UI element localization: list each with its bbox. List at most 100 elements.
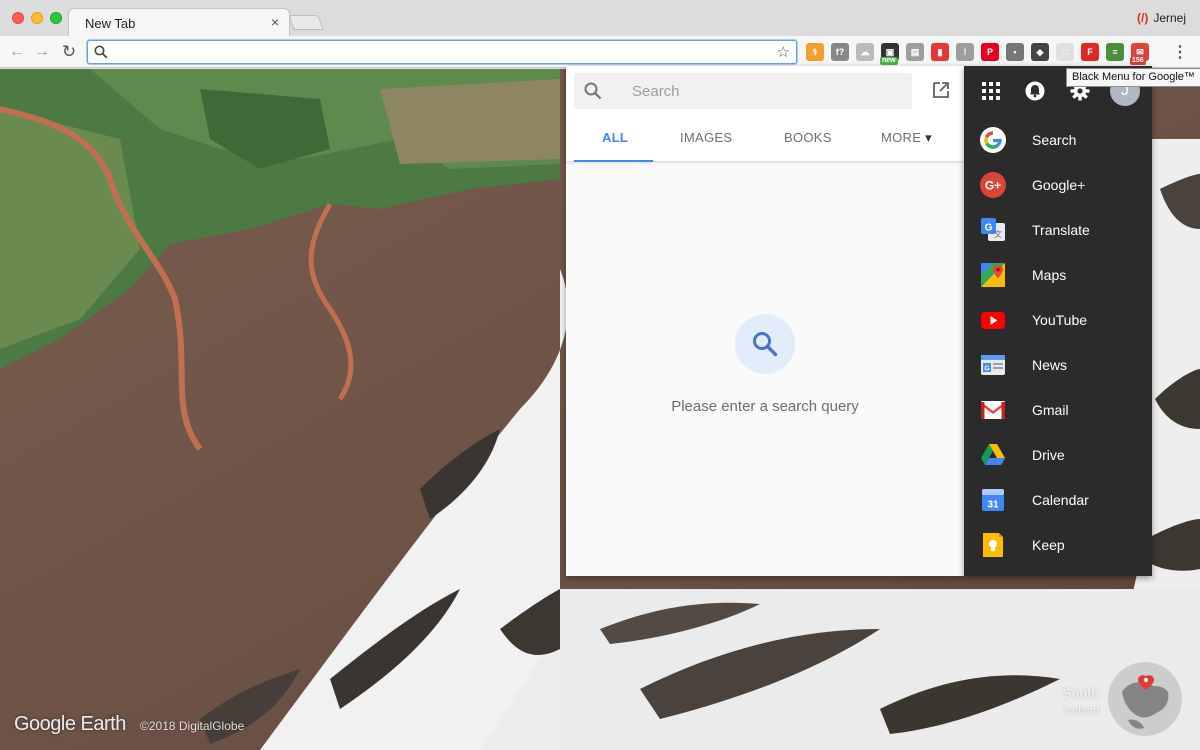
tab-books[interactable]: BOOKS — [784, 130, 832, 145]
new-ext-icon[interactable]: ▣ new — [880, 43, 899, 65]
svg-text:G: G — [985, 223, 993, 234]
youtube-icon — [981, 312, 1005, 329]
extension-glyph: ▮ — [937, 47, 943, 57]
menu-item-calendar[interactable]: 31 Calendar — [964, 478, 1152, 523]
cloud-ext-icon[interactable]: ☁ — [856, 43, 874, 61]
menu-item-youtube[interactable]: YouTube — [964, 298, 1152, 343]
extension-glyph: ☁ — [860, 47, 870, 57]
menu-item-google-plus[interactable]: G+ Google+ — [964, 163, 1152, 208]
slides-ext-icon[interactable]: ▤ — [906, 43, 924, 61]
extension-glyph: ◆ — [1036, 47, 1044, 57]
menu-item-label: Drive — [1032, 447, 1065, 463]
empty-state-message: Please enter a search query — [671, 398, 859, 415]
calendar-day-text: 31 — [987, 500, 999, 511]
extension-glyph: ▤ — [910, 47, 920, 57]
menu-item-news[interactable]: G News — [964, 343, 1152, 388]
open-in-new-icon[interactable] — [932, 81, 950, 99]
search-panel: ALL IMAGES BOOKS MORE ▾ Please enter a s… — [566, 66, 964, 576]
browser-titlebar: New Tab × (/) Jernej — [0, 0, 1200, 36]
menu-item-label: Google+ — [1032, 177, 1086, 193]
extension-glyph: ✉ — [1136, 47, 1144, 57]
menu-item-translate[interactable]: G 文 Translate — [964, 208, 1152, 253]
search-icon — [584, 82, 602, 100]
dev-tools-ext-icon[interactable]: ⚕ — [806, 43, 824, 61]
translate-icon: G 文 — [981, 218, 1005, 241]
bookmark-ext-icon[interactable]: ▮ — [931, 43, 949, 61]
extension-glyph: ▣ — [885, 47, 895, 57]
bookmark-star-icon[interactable]: ☆ — [777, 43, 790, 61]
keep-icon — [983, 533, 1003, 557]
address-input[interactable] — [112, 43, 762, 61]
menu-item-label: News — [1032, 357, 1068, 373]
svg-text:G+: G+ — [985, 179, 1001, 193]
menu-item-label: Keep — [1032, 537, 1065, 553]
menu-item-search[interactable]: Search — [964, 118, 1152, 163]
menu-item-label: Translate — [1032, 222, 1090, 238]
menu-item-label: Search — [1032, 132, 1077, 148]
pinterest-ext-icon[interactable]: P — [981, 43, 999, 61]
extension-glyph: □ — [1062, 47, 1068, 57]
location-title[interactable]: South — [1062, 685, 1099, 701]
extension-badge: 156 — [1130, 57, 1146, 65]
forward-arrow-icon[interactable]: → — [32, 42, 52, 62]
new-tab-button[interactable] — [288, 15, 324, 30]
extension-badge: new — [880, 57, 898, 65]
address-bar[interactable]: ☆ — [87, 40, 797, 64]
active-tab-indicator — [574, 160, 653, 162]
empty-search-icon — [735, 314, 795, 374]
search-box[interactable] — [574, 73, 912, 109]
menu-item-maps[interactable]: Maps — [964, 253, 1152, 298]
extension-glyph: ⚕ — [812, 47, 818, 57]
info-ext-icon[interactable]: ! — [956, 43, 974, 61]
google-icon — [980, 127, 1006, 153]
caret-down-icon: ▾ — [925, 130, 932, 145]
flipboard-ext-icon[interactable]: F — [1081, 43, 1099, 61]
apps-grid-icon[interactable] — [981, 81, 1001, 101]
calendar-icon: 31 — [982, 489, 1004, 511]
extension-glyph: f? — [835, 47, 845, 57]
tab-more[interactable]: MORE ▾ — [881, 130, 932, 146]
extension-toolbar: ⚕ f? ☁ ▣ new ▤ ▮! P • ◆ □ F ≡ ✉ 156 — [806, 43, 1149, 65]
copyright-text: ©2018 DigitalGlobe — [140, 719, 245, 733]
tab-close-icon[interactable]: × — [271, 14, 279, 30]
search-tabs: ALL IMAGES BOOKS MORE ▾ — [574, 122, 958, 162]
menu-item-label: YouTube — [1032, 312, 1088, 328]
tab-all[interactable]: ALL — [602, 130, 628, 145]
location-subtitle: Iceland — [1063, 705, 1099, 717]
maps-icon — [981, 263, 1005, 287]
window-maximize-button[interactable] — [50, 12, 62, 24]
bulb-ext-icon[interactable]: • — [1006, 43, 1024, 61]
formula-ext-icon[interactable]: f? — [831, 43, 849, 61]
gmail-icon — [981, 401, 1005, 419]
window-minimize-button[interactable] — [31, 12, 43, 24]
google-plus-icon: G+ — [980, 172, 1006, 198]
menu-item-keep[interactable]: Keep — [964, 523, 1152, 568]
menu-item-drive[interactable]: Drive — [964, 433, 1152, 478]
notifications-bell-icon[interactable] — [1025, 81, 1045, 101]
profile-icon: (/) — [1136, 11, 1149, 25]
profile-button[interactable]: (/) Jernej — [1137, 11, 1186, 25]
browser-toolbar: ← → ↻ ☆ ⚕ f? ☁ ▣ new ▤ ▮! P • ◆ □ F ≡ ✉ 156 ⋮ — [0, 36, 1200, 68]
google-earth-logo: Google Earth — [14, 713, 126, 735]
search-input[interactable] — [632, 81, 892, 101]
menu-item-gmail[interactable]: Gmail — [964, 388, 1152, 433]
globe-icon[interactable] — [1107, 661, 1183, 737]
tab-images[interactable]: IMAGES — [680, 130, 732, 145]
gmail-ext-icon[interactable]: ✉ 156 — [1130, 43, 1149, 65]
svg-text:G: G — [984, 366, 990, 373]
search-panel-header: ALL IMAGES BOOKS MORE ▾ — [566, 66, 964, 162]
chrome-menu-icon[interactable]: ⋮ — [1172, 42, 1188, 62]
evernote-ext-icon[interactable]: ◆ — [1031, 43, 1049, 61]
tab-title: New Tab — [85, 16, 136, 31]
reload-icon[interactable]: ↻ — [59, 42, 79, 62]
window-close-button[interactable] — [12, 12, 24, 24]
black-menu-ext-icon[interactable]: ≡ — [1106, 43, 1124, 61]
menu-item-label: Calendar — [1032, 492, 1089, 508]
menu-item-label: Maps — [1032, 267, 1067, 283]
extension-glyph: ! — [963, 47, 967, 57]
news-icon: G — [981, 355, 1005, 375]
browser-tab[interactable]: New Tab × — [68, 8, 290, 36]
extension-glyph: ≡ — [1112, 47, 1118, 57]
back-arrow-icon[interactable]: ← — [7, 42, 27, 62]
docs-ext-icon[interactable]: □ — [1056, 43, 1074, 61]
